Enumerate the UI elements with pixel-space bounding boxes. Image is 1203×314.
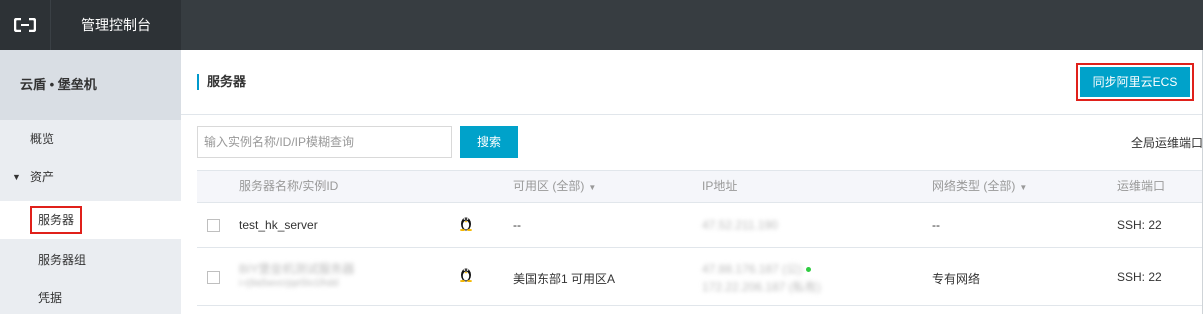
sidebar: 云盾 • 堡垒机 概览 ▼ 资产 服务器 服务器组 凭据 [0, 50, 181, 314]
ip-address-primary: 47.88.176.187 (公) [702, 262, 803, 276]
column-header-zone-label: 可用区 (全部) [513, 179, 585, 193]
sync-button-highlight: 同步阿里云ECS [1076, 63, 1194, 101]
main-content: 服务器 同步阿里云ECS 搜索 全局运维端口 服务器名称/实例ID 可用区 (全… [181, 50, 1203, 314]
linux-penguin-icon [460, 217, 472, 231]
ip-address: 47.52.211.190 [702, 218, 778, 232]
server-name[interactable]: test_hk_server [239, 218, 318, 232]
sidebar-item-label: 凭据 [38, 291, 63, 305]
sidebar-item-assets[interactable]: ▼ 资产 [0, 158, 181, 196]
ops-port: SSH: 22 [1117, 218, 1162, 232]
search-button[interactable]: 搜索 [460, 126, 518, 158]
page-title: 服务器 [197, 74, 246, 90]
aliyun-logo-icon[interactable] [0, 0, 50, 50]
sidebar-item-credentials[interactable]: 凭据 [0, 279, 181, 314]
sidebar-item-overview[interactable]: 概览 [0, 120, 181, 158]
status-online-icon [806, 267, 812, 273]
column-header-port: 运维端口 [1117, 179, 1166, 193]
sidebar-item-server-groups[interactable]: 服务器组 [0, 241, 181, 279]
search-input[interactable] [197, 126, 452, 158]
table-row: test_hk_server -- 47.52.211.190 -- SSH: … [197, 203, 1203, 248]
table-row: BIY堡垒机测试服务器 i-rj9a5wvcrjqe5lo1lhdd 美国东部1… [197, 248, 1203, 306]
global-port-link[interactable]: 全局运维端口 [1131, 134, 1203, 151]
column-header-ip: IP地址 [702, 179, 738, 193]
network-type: 专有网络 [932, 272, 981, 286]
sidebar-item-label: 服务器组 [38, 253, 87, 267]
column-header-name[interactable]: 服务器名称/实例ID [239, 171, 338, 202]
zone: 美国东部1 可用区A [513, 272, 616, 286]
ip-address-secondary: 172.22.206.187 (私有) [702, 280, 821, 294]
zone: -- [513, 218, 521, 232]
ops-port: SSH: 22 [1117, 270, 1162, 284]
top-bar: 管理控制台 [0, 0, 1203, 50]
sidebar-item-label: 资产 [30, 170, 55, 184]
sync-aliyun-ecs-button[interactable]: 同步阿里云ECS [1080, 67, 1190, 97]
column-header-network[interactable]: 网络类型 (全部) ▼ [932, 171, 1027, 203]
caret-down-icon: ▼ [12, 172, 21, 182]
table-header: 服务器名称/实例ID 可用区 (全部) ▼ IP地址 网络类型 (全部) ▼ 运维端… [197, 170, 1203, 203]
row-checkbox[interactable] [207, 219, 220, 232]
product-title: 云盾 • 堡垒机 [0, 50, 181, 120]
server-name[interactable]: BIY堡垒机测试服务器 [239, 260, 354, 277]
caret-down-icon: ▼ [588, 183, 597, 192]
instance-id: i-rj9a5wvcrjqe5lo1lhdd [239, 278, 339, 289]
ip-primary-wrap: 47.88.176.187 (公) [702, 260, 812, 277]
sidebar-item-label: 概览 [30, 132, 55, 146]
linux-penguin-icon [460, 268, 472, 282]
sidebar-item-label: 服务器 [30, 206, 83, 234]
console-title[interactable]: 管理控制台 [50, 0, 181, 50]
column-header-zone[interactable]: 可用区 (全部) ▼ [513, 171, 596, 203]
divider [181, 114, 1203, 115]
caret-down-icon: ▼ [1019, 183, 1028, 192]
row-checkbox[interactable] [207, 271, 220, 284]
sidebar-item-servers[interactable]: 服务器 [0, 201, 181, 239]
network-type: -- [932, 218, 940, 232]
column-header-network-label: 网络类型 (全部) [932, 179, 1016, 193]
